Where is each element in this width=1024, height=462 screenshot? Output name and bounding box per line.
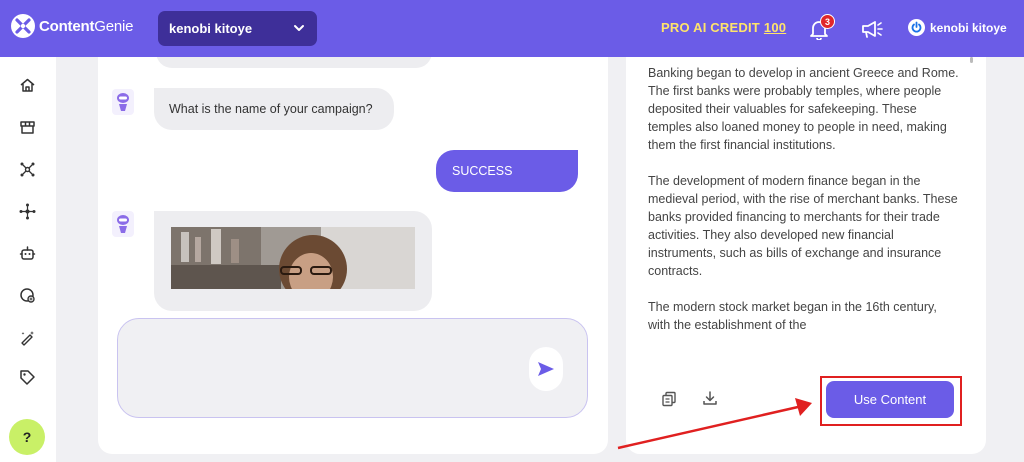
top-bar: ContentGenie kenobi kitoye PRO AI CREDIT…: [0, 0, 1024, 57]
sidebar: [0, 57, 56, 462]
credit-value: 100: [763, 20, 787, 35]
help-button[interactable]: ?: [9, 419, 45, 455]
notification-badge: 3: [820, 14, 835, 29]
user-message: SUCCESS: [436, 150, 578, 192]
workspace-selector[interactable]: kenobi kitoye: [158, 11, 317, 46]
send-icon: [538, 362, 554, 376]
send-button[interactable]: [529, 347, 563, 391]
credit-label: PRO AI CREDIT: [661, 20, 760, 35]
user-reply-text: SUCCESS: [452, 164, 513, 178]
network-icon[interactable]: [19, 161, 36, 178]
content-paragraph: The development of modern finance began …: [648, 174, 958, 278]
user-name: kenobi kitoye: [930, 20, 1007, 35]
nodes-icon[interactable]: [19, 203, 36, 220]
tag-icon[interactable]: [19, 369, 36, 386]
home-icon[interactable]: [19, 77, 36, 94]
logo-text-rest: Genie: [94, 17, 134, 35]
bot-question-text: What is the name of your campaign?: [169, 102, 373, 116]
scrollbar[interactable]: [970, 57, 973, 63]
magic-pen-icon[interactable]: [19, 329, 36, 346]
content-paragraph: Banking began to develop in ancient Gree…: [648, 66, 959, 152]
bot-message: What is the name of your campaign?: [154, 88, 394, 130]
app-logo[interactable]: ContentGenie: [10, 13, 133, 39]
generated-content: Banking began to develop in ancient Gree…: [648, 64, 960, 349]
annotation-arrow-icon: [617, 398, 812, 450]
video-frame-image: [171, 227, 415, 289]
annotation-highlight-box: [820, 376, 962, 426]
robot-icon[interactable]: [19, 245, 36, 262]
logo-text-bold: Content: [39, 17, 95, 35]
logo-text: ContentGenie: [39, 18, 133, 35]
bot-avatar-icon: [112, 211, 134, 237]
store-icon[interactable]: [19, 119, 36, 136]
chat-panel: What is the name of your campaign? SUCCE…: [98, 57, 608, 454]
ai-credit: PRO AI CREDIT 100: [661, 20, 786, 35]
chevron-down-icon: [294, 25, 304, 31]
user-menu[interactable]: kenobi kitoye: [908, 19, 1007, 36]
workspace-name: kenobi kitoye: [169, 21, 253, 36]
content-paragraph: The modern stock market began in the 16t…: [648, 300, 937, 332]
globe-icon[interactable]: [19, 287, 36, 304]
video-thumbnail[interactable]: [171, 227, 415, 289]
megaphone-icon[interactable]: [860, 18, 884, 40]
chat-input[interactable]: [117, 318, 588, 418]
logo-icon: [11, 14, 35, 38]
power-icon: [908, 19, 925, 36]
previous-message-bubble: [156, 57, 432, 68]
bot-avatar-icon: [112, 89, 134, 115]
